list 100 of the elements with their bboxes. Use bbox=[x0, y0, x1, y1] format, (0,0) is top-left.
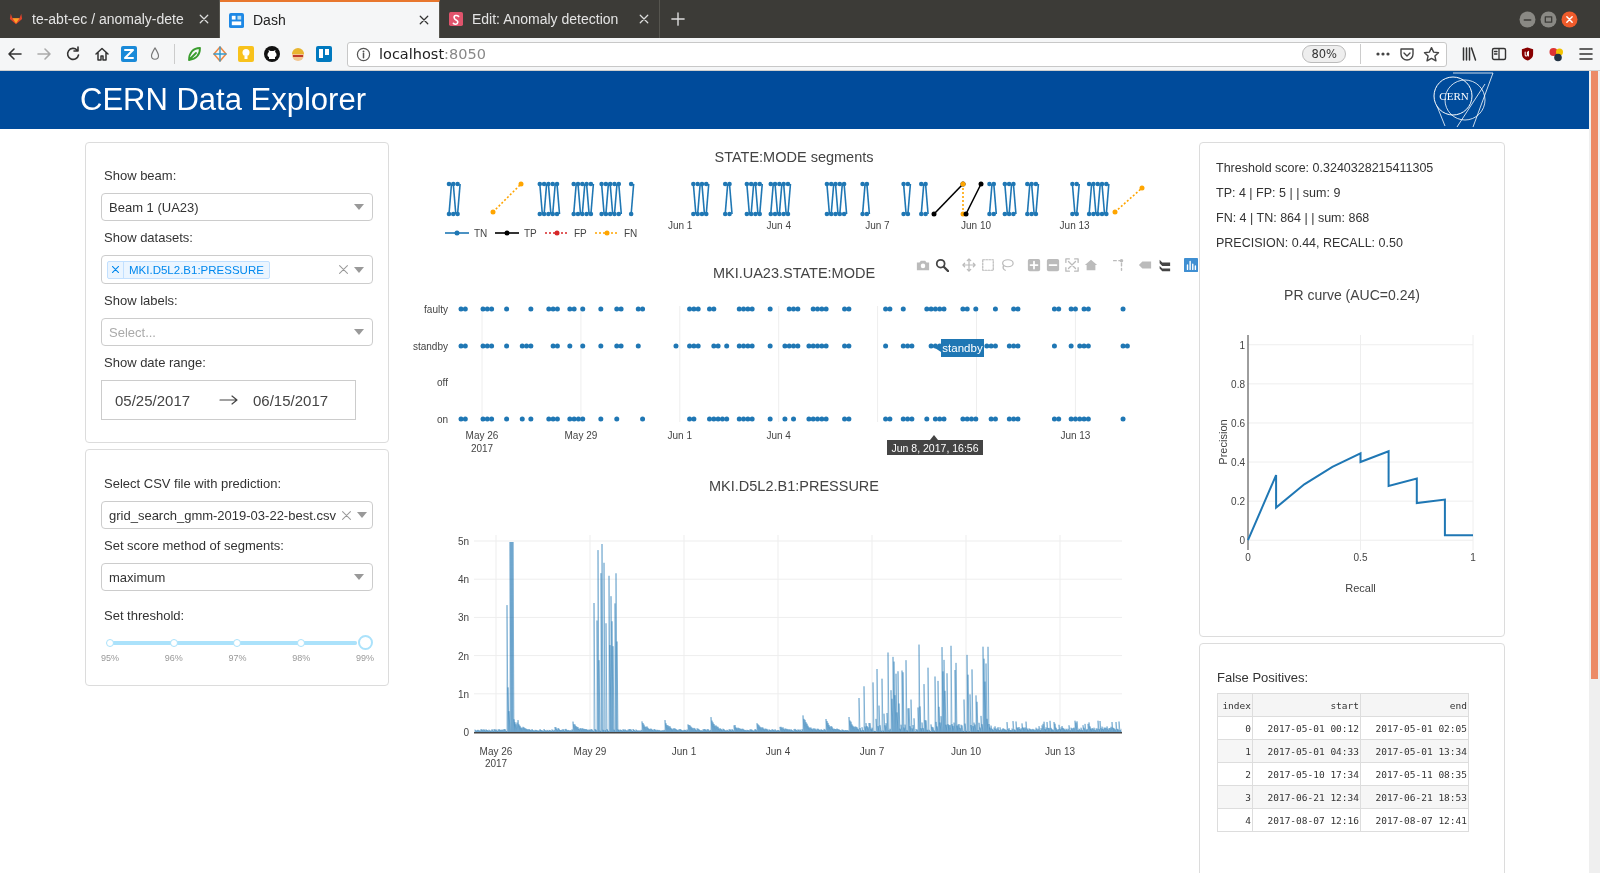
tick-label: May 26 bbox=[479, 746, 513, 757]
slider-mark: 98% bbox=[292, 653, 311, 663]
scrollbar[interactable] bbox=[1591, 71, 1598, 679]
zoom-level[interactable]: 80% bbox=[1302, 45, 1346, 63]
field-label: Select CSV file with prediction: bbox=[104, 476, 283, 492]
table-cell: 2 bbox=[1217, 762, 1253, 786]
legend-item[interactable]: FP bbox=[544, 228, 587, 239]
caret-icon[interactable] bbox=[354, 574, 364, 580]
legend-item[interactable]: TN bbox=[444, 228, 488, 239]
library-icon[interactable] bbox=[1461, 46, 1478, 62]
box-select-icon[interactable] bbox=[981, 258, 995, 272]
tick-label: 5n bbox=[457, 536, 469, 547]
zoom-out-icon[interactable] bbox=[1046, 258, 1060, 272]
table-cell: 2017-06-21 18:53 bbox=[1360, 785, 1469, 809]
legend-item[interactable]: TP bbox=[494, 228, 537, 239]
zoom-icon[interactable] bbox=[935, 258, 949, 272]
tick-label: May 29 bbox=[564, 430, 598, 441]
date-range-field[interactable]: 05/25/2017 06/15/2017 bbox=[101, 380, 356, 420]
zoom-in-icon[interactable] bbox=[1027, 258, 1041, 272]
tick-label: 0.2 bbox=[1231, 496, 1245, 508]
pan-icon[interactable] bbox=[962, 258, 976, 272]
tick-label: May 29 bbox=[573, 746, 607, 757]
clear-icon[interactable] bbox=[341, 510, 351, 520]
address-bar[interactable]: localhost:8050 80% bbox=[347, 41, 1447, 67]
tick-label: 0.4 bbox=[1231, 457, 1245, 469]
table-cell: 1 bbox=[1217, 739, 1253, 763]
table-cell: 2017-05-01 00:12 bbox=[1252, 716, 1361, 740]
caret-icon[interactable] bbox=[354, 266, 364, 273]
column-header: index bbox=[1217, 693, 1253, 717]
slider-mark: 96% bbox=[164, 653, 183, 663]
slider-handle[interactable] bbox=[357, 635, 373, 650]
hover-compare-icon[interactable] bbox=[1157, 258, 1171, 272]
cat-icon[interactable] bbox=[264, 46, 280, 62]
beam-dropdown[interactable]: Beam 1 (UA23) bbox=[101, 193, 373, 221]
caret-icon[interactable] bbox=[354, 204, 364, 210]
hover-label: Jun 8, 2017, 16:56 bbox=[887, 435, 983, 455]
score-method-dropdown[interactable]: maximum bbox=[101, 563, 373, 591]
chart-title: MKI.D5L2.B1:PRESSURE bbox=[708, 477, 879, 495]
drop-icon[interactable] bbox=[148, 46, 162, 62]
leaf-icon[interactable] bbox=[186, 46, 202, 62]
csv-dropdown[interactable]: grid_search_gmm-2019-03-22-best.csv bbox=[101, 501, 373, 529]
chart-title: MKI.UA23.STATE:MODE bbox=[712, 264, 876, 282]
lasso-icon[interactable] bbox=[1000, 258, 1014, 272]
zigzag-square-icon[interactable] bbox=[121, 46, 137, 62]
board-icon[interactable] bbox=[316, 46, 332, 62]
tick-label: May 26 bbox=[465, 430, 499, 441]
tick-label: Jun 1 bbox=[671, 746, 697, 757]
legend-item[interactable]: FN bbox=[594, 228, 638, 239]
tick-label: Jun 4 bbox=[765, 746, 791, 757]
star-icon[interactable] bbox=[1423, 45, 1440, 63]
field-label: Show datasets: bbox=[104, 230, 194, 246]
tick-label: 1 bbox=[1239, 339, 1245, 351]
autoscale-icon[interactable] bbox=[1065, 258, 1079, 272]
reload-icon[interactable] bbox=[64, 46, 81, 62]
close-icon[interactable] bbox=[419, 15, 429, 25]
caret-icon[interactable] bbox=[354, 329, 364, 335]
column-header: start bbox=[1252, 693, 1361, 717]
axis-title: Recall bbox=[1345, 582, 1376, 594]
home-icon[interactable] bbox=[93, 46, 110, 62]
tick-label: faulty bbox=[424, 304, 448, 315]
helmet-icon[interactable] bbox=[290, 46, 306, 62]
table-cell: 2017-05-01 13:34 bbox=[1360, 739, 1469, 763]
caret-icon[interactable] bbox=[356, 512, 367, 518]
kite-icon[interactable] bbox=[212, 46, 228, 62]
tick-label: Jun 4 bbox=[766, 220, 792, 231]
back-icon[interactable] bbox=[6, 46, 23, 62]
tick-label: 1 bbox=[1470, 552, 1476, 563]
slider-mark: 95% bbox=[101, 653, 119, 663]
tick-label: Jun 7 bbox=[859, 746, 885, 757]
info-icon[interactable] bbox=[356, 46, 371, 62]
plus-icon[interactable] bbox=[671, 12, 685, 26]
clear-icon[interactable] bbox=[339, 265, 348, 274]
menu-icon[interactable] bbox=[1577, 46, 1594, 62]
balls-icon[interactable] bbox=[1548, 46, 1565, 62]
browser-tab[interactable]: Dash bbox=[220, 0, 440, 38]
bar-chart-icon[interactable] bbox=[1184, 258, 1198, 272]
forward-icon[interactable] bbox=[35, 46, 52, 62]
hover-label: standby bbox=[935, 339, 984, 357]
slider-mark: 97% bbox=[228, 653, 247, 663]
pocket-icon[interactable] bbox=[1399, 46, 1415, 62]
square-icon bbox=[449, 12, 463, 26]
tick-label: Jun 13 bbox=[1060, 430, 1091, 441]
tick-label: Jun 13 bbox=[1045, 746, 1075, 757]
camera-icon[interactable] bbox=[916, 258, 930, 272]
table-cell: 4 bbox=[1217, 808, 1253, 832]
table-cell: 3 bbox=[1217, 785, 1253, 809]
arrow-icon bbox=[219, 395, 239, 405]
tick-label: Jun 1 bbox=[667, 220, 693, 231]
tick-label: 2017 bbox=[470, 443, 494, 454]
chart-title: PR curve (AUC=0.24) bbox=[1284, 286, 1420, 304]
tick-label: 3n bbox=[457, 612, 469, 624]
sidebar-icon[interactable] bbox=[1490, 46, 1507, 62]
table-cell: 2017-05-11 08:35 bbox=[1360, 762, 1469, 786]
table-cell: 0 bbox=[1217, 716, 1253, 740]
tick-label: 0.8 bbox=[1231, 378, 1245, 390]
shield-icon[interactable] bbox=[1520, 46, 1535, 62]
minimize-button[interactable] bbox=[1519, 10, 1536, 28]
spike-lines-icon[interactable] bbox=[1111, 258, 1125, 272]
close-button[interactable] bbox=[1561, 10, 1578, 28]
remove-icon[interactable] bbox=[112, 266, 119, 273]
